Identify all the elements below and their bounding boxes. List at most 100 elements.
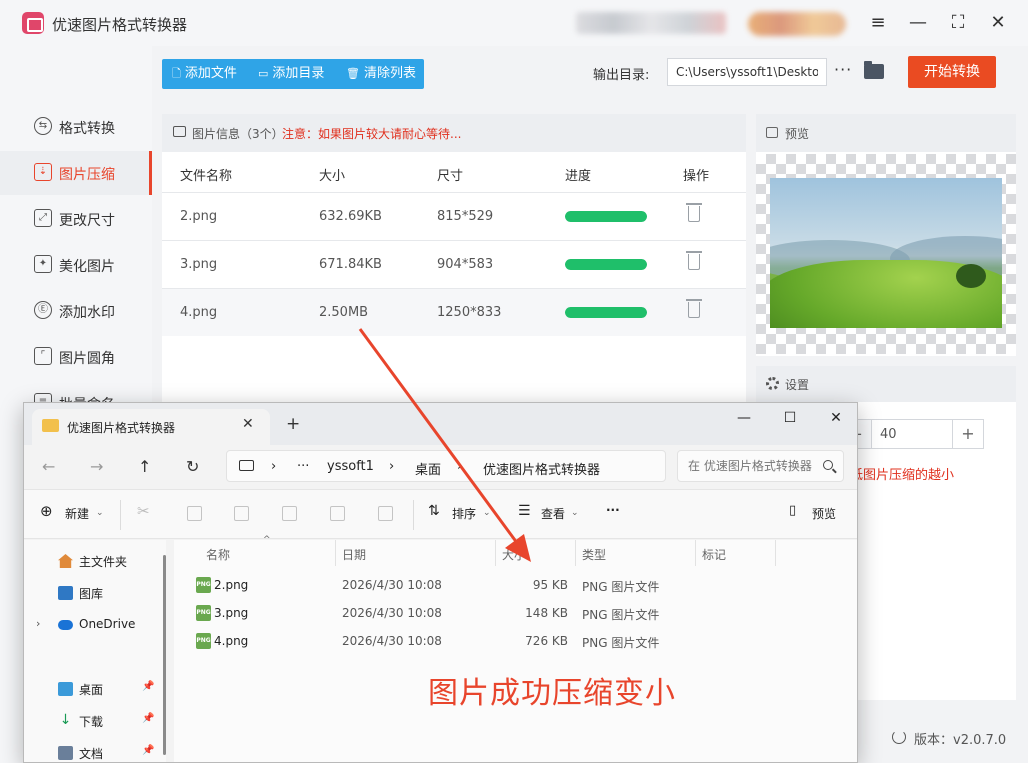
delete-icon[interactable] — [378, 506, 393, 521]
share-icon[interactable] — [330, 506, 345, 521]
explorer-close-button[interactable]: ✕ — [821, 410, 851, 426]
nav-item-downloads[interactable]: ↓ 下载 📌 — [24, 708, 166, 734]
forward-button[interactable]: → — [90, 457, 103, 476]
new-tab-button[interactable]: + — [286, 414, 300, 434]
more-options-button[interactable]: ··· — [606, 503, 620, 517]
table-row[interactable]: 4.png 2.50MB 1250*833 — [162, 288, 746, 336]
table-row[interactable]: 3.png 671.84KB 904*583 — [162, 240, 746, 288]
table-row[interactable]: 2.png 632.69KB 815*529 — [162, 192, 746, 240]
start-convert-button[interactable]: 开始转换 — [908, 56, 996, 88]
minimize-button[interactable]: — — [904, 9, 932, 37]
progress-fill — [565, 211, 647, 222]
more-options-button[interactable]: ··· — [834, 60, 852, 79]
column-header-actions: 操作 — [683, 169, 710, 184]
column-header-date[interactable]: 日期 — [342, 546, 366, 563]
explorer-minimize-button[interactable]: — — [729, 410, 759, 426]
paste-icon[interactable] — [234, 506, 249, 521]
column-header-dims: 尺寸 — [437, 169, 464, 184]
new-button[interactable]: 新建 — [65, 505, 89, 522]
chevron-right-icon[interactable]: › — [36, 617, 40, 630]
delete-icon[interactable] — [686, 299, 702, 318]
delete-icon[interactable] — [686, 203, 702, 222]
file-date: 2026/4/30 10:08 — [342, 606, 442, 620]
preview-panel: 预览 — [756, 114, 1016, 356]
progress-bar — [565, 259, 647, 270]
up-button[interactable]: ↑ — [138, 457, 151, 476]
open-folder-icon[interactable] — [864, 61, 884, 79]
column-header-size[interactable]: 大小 — [502, 546, 526, 563]
add-dir-button[interactable]: ▭ 添加目录 — [258, 59, 324, 89]
preview-pane-button[interactable]: 预览 — [812, 505, 836, 522]
column-header-tags[interactable]: 标记 — [702, 546, 726, 563]
file-row[interactable]: PNG 2.png 2026/4/30 10:08 95 KB PNG 图片文件 — [174, 571, 857, 599]
column-header-type[interactable]: 类型 — [582, 546, 606, 563]
menu-icon[interactable]: ≡ — [864, 9, 892, 37]
breadcrumb-item-desktop[interactable]: 桌面 — [415, 459, 441, 478]
nav-scrollbar[interactable] — [163, 555, 166, 755]
divider — [335, 540, 336, 566]
pin-icon[interactable]: 📌 — [142, 681, 154, 692]
nav-item-documents[interactable]: 文档 📌 — [24, 740, 166, 762]
preview-image — [770, 178, 1002, 328]
nav-item-label: OneDrive — [79, 617, 136, 631]
document-icon — [58, 746, 73, 760]
chevron-down-icon: ⌄ — [571, 508, 579, 518]
preview-canvas — [756, 154, 1016, 354]
version-info[interactable]: 版本：v2.0.7.0 — [860, 712, 1028, 763]
round-corner-icon: ⌜ — [34, 347, 52, 365]
convert-icon: ⇆ — [34, 117, 52, 135]
pin-icon[interactable]: 📌 — [142, 745, 154, 756]
app-logo-icon — [22, 12, 44, 34]
quality-increase-button[interactable]: + — [952, 419, 984, 449]
explorer-maximize-button[interactable]: ☐ — [775, 410, 805, 426]
column-header-name[interactable]: 名称 — [206, 546, 230, 563]
close-button[interactable]: ✕ — [984, 9, 1012, 37]
nav-item-desktop[interactable]: 桌面 📌 — [24, 676, 166, 702]
breadcrumb-item-app-folder[interactable]: 优速图片格式转换器 — [483, 459, 600, 478]
cut-icon[interactable]: ✂ — [137, 502, 150, 520]
explorer-tab[interactable]: 优速图片格式转换器 ✕ — [32, 409, 270, 445]
back-button[interactable]: ← — [42, 457, 55, 476]
file-toolbar: 🗋 添加文件 ▭ 添加目录 🗑 清除列表 — [162, 59, 424, 89]
compression-hint: 低图片压缩的越小 — [850, 468, 955, 483]
file-row[interactable]: PNG 3.png 2026/4/30 10:08 148 KB PNG 图片文… — [174, 599, 857, 627]
rename-icon[interactable] — [282, 506, 297, 521]
breadcrumb-more[interactable]: ··· — [297, 459, 309, 474]
file-dims: 815*529 — [437, 209, 494, 224]
maximize-button[interactable]: ⛶ — [944, 9, 972, 37]
refresh-button[interactable]: ↻ — [186, 457, 199, 476]
quality-input[interactable] — [872, 419, 952, 449]
delete-icon[interactable] — [686, 251, 702, 270]
explorer-command-bar: ⊕ 新建 ⌄ ✂ ⇅ 排序 ⌄ ☰ 查看 ⌄ ··· ▯ 预览 — [24, 489, 857, 539]
output-dir-input[interactable] — [667, 58, 827, 86]
clear-list-button[interactable]: 🗑 清除列表 — [346, 59, 416, 89]
tab-close-icon[interactable]: ✕ — [242, 416, 254, 432]
compress-icon: ⇣ — [34, 163, 52, 181]
search-icon[interactable] — [823, 460, 833, 470]
png-file-icon: PNG — [196, 577, 211, 593]
sidebar-item-beautify[interactable]: ✦ 美化图片 — [0, 243, 152, 287]
nav-item-gallery[interactable]: 图库 — [24, 580, 166, 606]
breadcrumb-item-yssoft1[interactable]: yssoft1 — [327, 459, 374, 474]
progress-bar — [565, 307, 647, 318]
copy-icon[interactable] — [187, 506, 202, 521]
nav-item-label: 主文件夹 — [79, 555, 128, 569]
nav-item-onedrive[interactable]: › OneDrive — [24, 612, 166, 638]
sidebar-item-round-corner[interactable]: ⌜ 图片圆角 — [0, 335, 152, 379]
nav-item-home[interactable]: 主文件夹 — [24, 548, 166, 574]
explorer-search-input[interactable] — [677, 450, 844, 482]
sort-button[interactable]: 排序 — [452, 505, 476, 522]
file-row[interactable]: PNG 4.png 2026/4/30 10:08 726 KB PNG 图片文… — [174, 627, 857, 655]
sidebar-item-resize[interactable]: ⤢ 更改尺寸 — [0, 197, 152, 241]
add-file-button[interactable]: 🗋 添加文件 — [172, 59, 237, 89]
blurred-user-badge[interactable] — [748, 12, 846, 36]
breadcrumb-chevron-icon: › — [271, 459, 277, 474]
sidebar-item-watermark[interactable]: Ⓔ 添加水印 — [0, 289, 152, 333]
view-button[interactable]: 查看 — [541, 505, 565, 522]
sidebar-item-label: 美化图片 — [59, 259, 115, 275]
sidebar-item-compress[interactable]: ⇣ 图片压缩 — [0, 151, 152, 195]
sidebar-item-format-convert[interactable]: ⇆ 格式转换 — [0, 105, 152, 149]
monitor-icon — [239, 460, 254, 471]
address-bar[interactable]: › ··· yssoft1 › 桌面 › 优速图片格式转换器 — [226, 450, 666, 482]
pin-icon[interactable]: 📌 — [142, 713, 154, 724]
